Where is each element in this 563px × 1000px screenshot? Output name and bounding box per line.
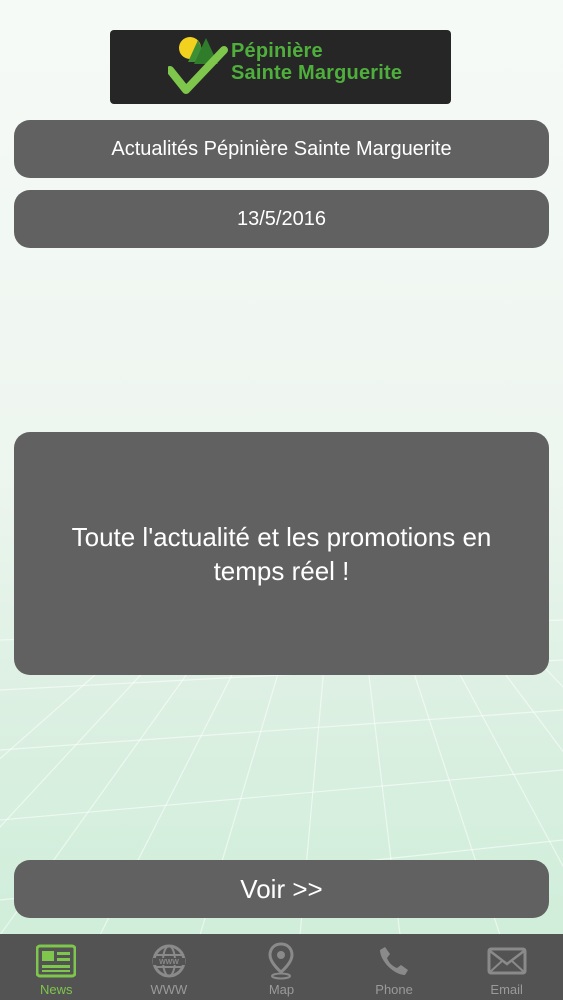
logo-text-line2: Sainte Marguerite [231, 62, 403, 84]
news-title: Actualités Pépinière Sainte Marguerite [14, 120, 549, 178]
envelope-icon [487, 947, 527, 975]
tab-phone[interactable]: Phone [338, 934, 451, 1000]
tab-email[interactable]: Email [450, 934, 563, 1000]
tab-www-label: WWW [150, 982, 188, 997]
tab-news[interactable]: News [0, 934, 113, 1000]
tab-map[interactable]: Map [225, 934, 338, 1000]
brand-logo: Pépinière Sainte Marguerite [110, 30, 451, 104]
tab-phone-label: Phone [375, 982, 413, 997]
tab-map-label: Map [268, 982, 295, 997]
news-date: 13/5/2016 [14, 190, 549, 248]
logo-emblem-icon [168, 37, 228, 94]
logo-text-line1: Pépinière [231, 40, 323, 62]
news-content: Toute l'actualité et les promotions en t… [14, 432, 549, 675]
tab-email-label: Email [490, 982, 523, 997]
tab-news-label: News [40, 982, 73, 997]
svg-text:WWW: WWW [159, 959, 179, 966]
voir-button[interactable]: Voir >> [14, 860, 549, 918]
map-pin-icon [268, 942, 294, 980]
tab-bar: News WWW WWW Map Phone Email [0, 934, 563, 1000]
phone-icon [380, 947, 409, 975]
tab-www[interactable]: WWW WWW [113, 934, 226, 1000]
newspaper-icon [36, 944, 77, 978]
globe-icon: WWW [152, 944, 186, 978]
